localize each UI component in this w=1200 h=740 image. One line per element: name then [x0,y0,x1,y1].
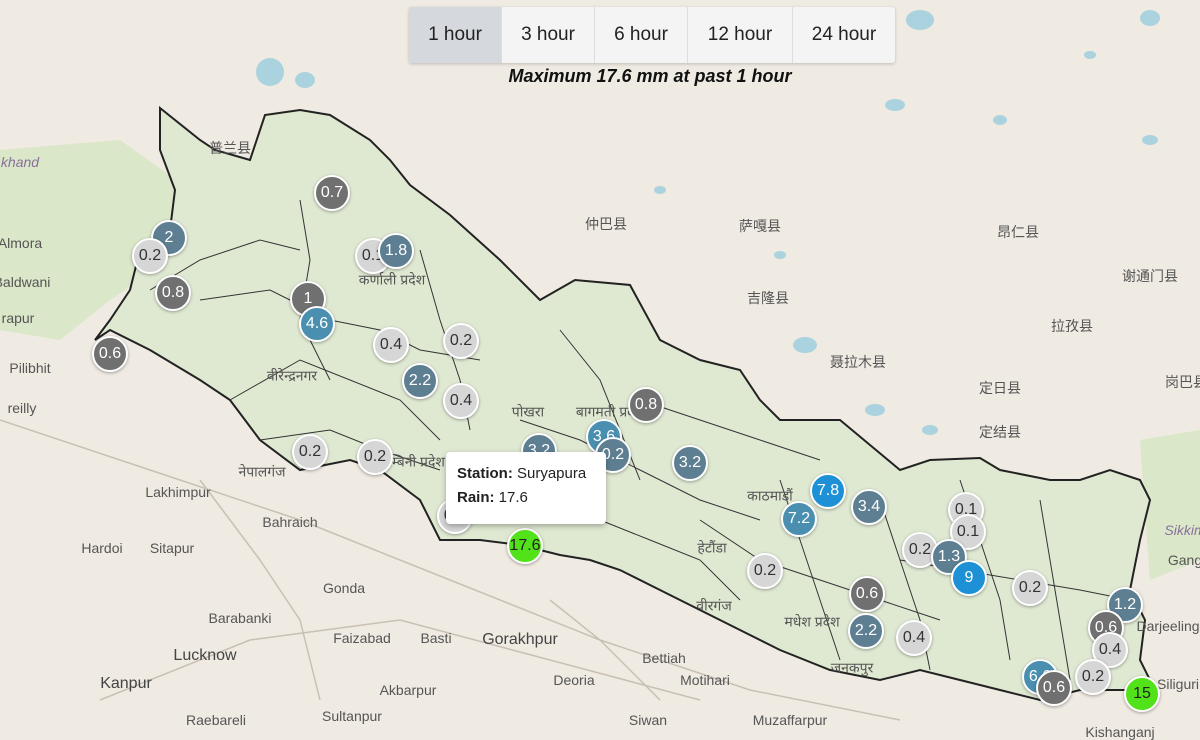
max-rain-caption: Maximum 17.6 mm at past 1 hour [508,66,792,86]
place-label: Bettiah [642,650,686,666]
station-marker[interactable]: 0.4 [896,620,932,656]
place-label: khand [0,154,40,170]
tab-24-hour[interactable]: 24 hour [793,7,895,63]
place-label: 定日县 [979,380,1021,396]
place-label: Raebareli [186,712,246,728]
place-label: Gang [1167,552,1200,568]
station-marker[interactable]: 17.6 [507,528,543,564]
tab-6-hour[interactable]: 6 hour [595,7,688,63]
station-marker[interactable]: 0.6 [849,576,885,612]
time-range-tabs: 1 hour 3 hour 6 hour 12 hour 24 hour [409,7,895,63]
place-label: Sikkim [1164,522,1200,538]
station-marker[interactable]: 0.2 [747,553,783,589]
place-label: Sitapur [149,540,195,556]
place-label: जनकपुर [830,659,874,676]
place-label: वीरेन्द्रनगर [266,367,318,384]
place-label: Sultanpur [322,708,382,724]
place-label: Pilibhit [9,360,51,376]
station-marker[interactable]: 0.8 [628,387,664,423]
station-marker[interactable]: 3.2 [672,445,708,481]
station-marker[interactable]: 9 [951,560,987,596]
place-label: Gorakhpur [482,631,558,648]
station-marker[interactable]: 0.7 [314,175,350,211]
station-marker[interactable]: 3.4 [851,489,887,525]
place-label: 定结县 [979,424,1021,440]
place-label: Deoria [553,672,595,688]
station-marker[interactable]: 0.2 [443,323,479,359]
place-label: Hardoi [81,540,123,556]
station-marker[interactable]: 0.2 [132,238,168,274]
station-marker[interactable]: 15 [1124,676,1160,712]
place-label: Kishanganj [1085,724,1155,740]
place-label: Lucknow [173,647,237,664]
tooltip-rain-value: 17.6 [498,489,528,506]
basemap [0,0,1200,740]
place-label: मधेश प्रदेश [784,613,840,630]
place-label: Gonda [322,580,366,596]
station-marker[interactable]: 0.8 [155,275,191,311]
place-label: हेटौंडा [697,539,727,556]
station-marker[interactable]: 0.6 [1036,670,1072,706]
station-marker[interactable]: 0.4 [443,383,479,419]
place-label: नेपालगंज [238,463,286,480]
tooltip-station-row: Station: Suryapura [457,462,595,486]
station-marker[interactable]: 0.4 [373,327,409,363]
station-marker[interactable]: 7.2 [781,501,817,537]
place-label: 岗巴县 [1165,374,1200,390]
place-label: 普兰县 [209,140,251,156]
station-marker[interactable]: 0.2 [292,434,328,470]
place-label: Akbarpur [379,682,437,698]
station-marker[interactable]: 0.2 [357,439,393,475]
place-label: 仲巴县 [585,216,627,232]
place-label: पोखरा [511,403,545,420]
place-label: Siliguri [1156,676,1200,692]
place-label: काठमाडौं [747,487,793,504]
station-tooltip: Station: Suryapura Rain: 17.6 [446,452,606,524]
place-label: Darjeeling [1136,618,1200,634]
tooltip-station-label: Station: [457,465,513,482]
place-label: reilly [7,400,37,416]
place-label: Basti [420,630,452,646]
station-marker[interactable]: 0.6 [92,336,128,372]
tab-1-hour[interactable]: 1 hour [409,7,502,63]
place-label: 拉孜县 [1051,318,1093,334]
place-label: 昂仁县 [997,224,1039,240]
station-marker[interactable]: 2.2 [848,613,884,649]
place-label: Almora [0,235,43,251]
place-label: 吉隆县 [747,290,789,306]
station-marker[interactable]: 1.8 [378,233,414,269]
tooltip-rain-label: Rain: [457,489,495,506]
place-label: वीरगंज [696,597,732,614]
tab-12-hour[interactable]: 12 hour [688,7,793,63]
place-label: rapur [1,310,35,326]
station-marker[interactable]: 7.8 [810,473,846,509]
place-label: 聂拉木县 [830,354,886,370]
place-label: 谢通门县 [1122,268,1178,284]
tooltip-rain-row: Rain: 17.6 [457,486,595,510]
station-marker[interactable]: 4.6 [299,306,335,342]
station-marker[interactable]: 0.2 [1012,570,1048,606]
tab-3-hour[interactable]: 3 hour [502,7,595,63]
rainfall-map[interactable]: Almora Baldwani rapur Pilibhit reilly Lakhimp… [0,0,1200,740]
station-marker[interactable]: 2.2 [402,363,438,399]
place-label: Lakhimpur [145,484,211,500]
place-label: Baldwani [0,274,51,290]
tooltip-station-value: Suryapura [517,465,587,482]
place-label: 萨嘎县 [739,218,781,234]
place-label: Faizabad [333,630,391,646]
station-marker[interactable]: 0.2 [1075,659,1111,695]
place-label: Motihari [680,672,730,688]
place-label: Kanpur [100,675,152,692]
place-label: Siwan [628,712,668,728]
place-label: Bahraich [262,514,318,530]
place-label: Muzaffarpur [752,712,828,728]
place-label: Barabanki [208,610,272,626]
